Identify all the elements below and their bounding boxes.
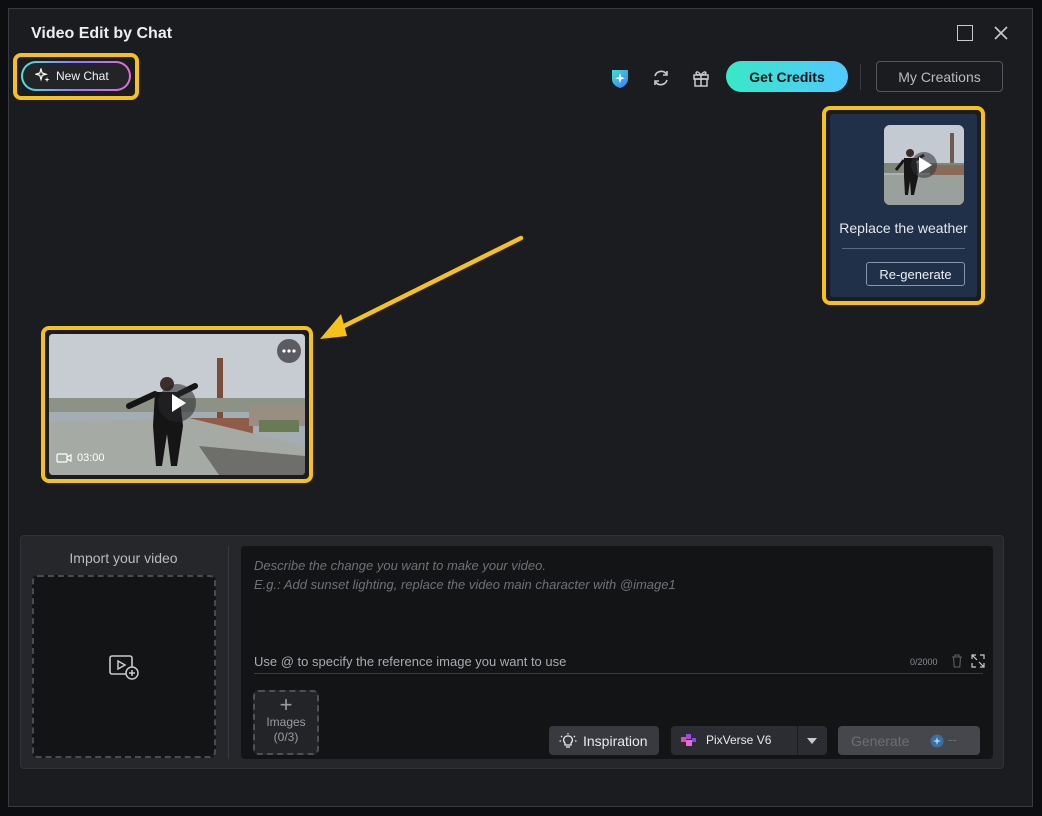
model-selector-divider — [797, 726, 798, 755]
prompt-underline — [254, 673, 983, 674]
images-count: (0/3) — [273, 730, 299, 744]
refresh-icon — [654, 70, 668, 86]
generate-label: Generate — [851, 733, 910, 749]
my-creations-button[interactable]: My Creations — [876, 61, 1003, 92]
message-video-thumbnail[interactable] — [884, 125, 964, 205]
model-name: PixVerse V6 — [706, 733, 772, 747]
model-selector[interactable]: PixVerse V6 — [671, 726, 827, 755]
prompt-placeholder-line2: E.g.: Add sunset lighting, replace the v… — [254, 577, 676, 592]
video-add-icon — [109, 654, 139, 680]
get-credits-button[interactable]: Get Credits — [726, 61, 848, 92]
video-duration-text: 03:00 — [77, 452, 105, 464]
generate-cost: -- — [948, 732, 957, 747]
plus-icon: + — [279, 692, 293, 717]
new-chat-label: New Chat — [56, 69, 109, 83]
regenerate-button[interactable]: Re-generate — [866, 262, 965, 286]
video-more-button[interactable] — [277, 339, 301, 363]
lightbulb-icon — [559, 732, 577, 748]
shield-sparkle-button[interactable] — [609, 67, 631, 89]
close-button[interactable] — [991, 23, 1011, 43]
refresh-button[interactable] — [650, 67, 672, 89]
images-label: Images — [266, 715, 306, 729]
prompt-placeholder-line1: Describe the change you want to make you… — [254, 558, 546, 573]
play-icon — [911, 152, 937, 178]
close-icon — [994, 26, 1008, 40]
shield-sparkle-icon — [612, 70, 628, 88]
maximize-icon — [957, 25, 973, 41]
new-chat-button[interactable]: New Chat — [21, 61, 131, 91]
inspiration-button[interactable]: Inspiration — [549, 726, 659, 755]
char-counter: 0/2000 — [910, 657, 938, 667]
pixverse-logo-icon — [681, 734, 696, 746]
expand-icon[interactable] — [971, 654, 985, 668]
more-icon — [282, 349, 296, 353]
gift-button[interactable] — [690, 67, 712, 89]
play-icon — [172, 394, 186, 412]
user-message-card: Replace the weather Re-generate — [830, 114, 977, 297]
panel-divider — [228, 546, 229, 759]
chevron-down-icon[interactable] — [806, 737, 818, 745]
annotation-arrow — [320, 235, 524, 339]
video-duration: 03:00 — [56, 452, 105, 464]
user-message-text: Replace the weather — [839, 220, 968, 236]
sparkle-icon — [35, 68, 50, 83]
video-play-button[interactable] — [158, 384, 196, 422]
generate-button[interactable]: Generate -- — [838, 726, 980, 755]
gift-icon — [693, 71, 709, 87]
credit-coin-icon — [930, 734, 944, 748]
prompt-input[interactable]: Describe the change you want to make you… — [241, 546, 993, 759]
trash-icon[interactable] — [951, 654, 963, 668]
import-video-dropzone[interactable] — [32, 575, 216, 758]
reference-hint: Use @ to specify the reference image you… — [254, 654, 567, 669]
add-images-button[interactable]: + Images (0/3) — [253, 690, 319, 755]
maximize-button[interactable] — [955, 23, 975, 43]
message-divider — [842, 248, 965, 249]
inspiration-label: Inspiration — [583, 732, 648, 749]
video-camera-icon — [56, 453, 72, 463]
toolbar-divider — [860, 64, 861, 90]
import-video-label: Import your video — [69, 550, 178, 566]
window-title: Video Edit by Chat — [31, 25, 173, 42]
title-bar: Video Edit by Chat — [9, 9, 1032, 57]
